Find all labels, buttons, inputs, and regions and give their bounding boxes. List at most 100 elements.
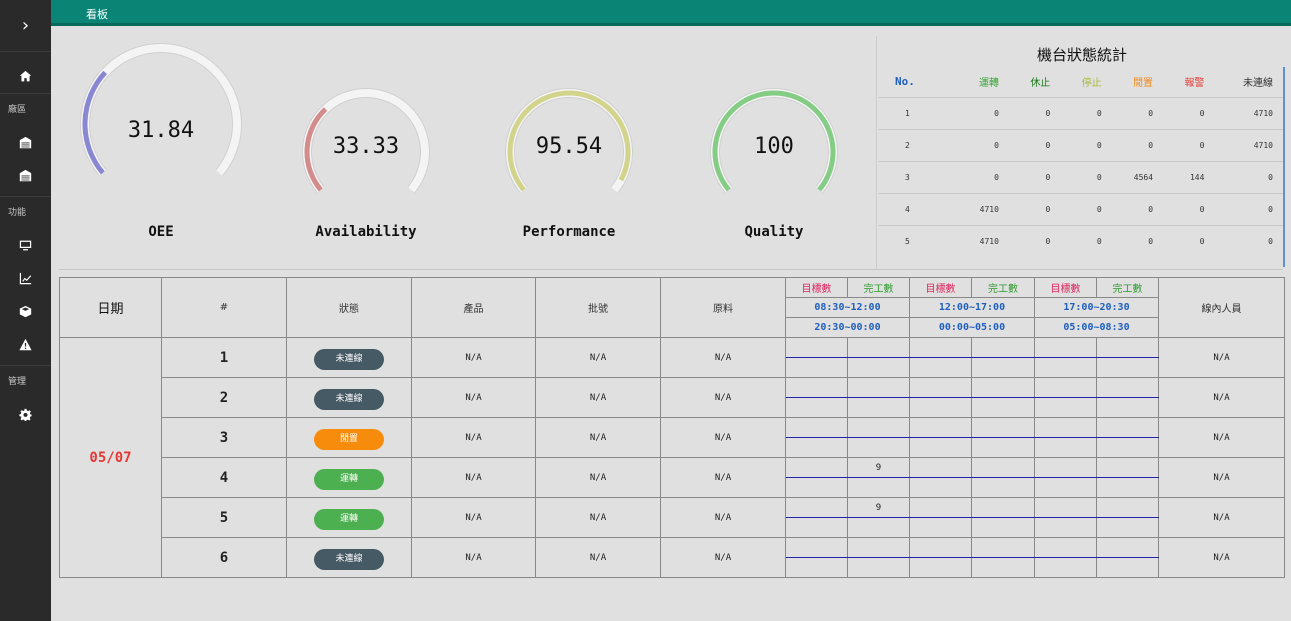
stats-cell: 0 [1008, 160, 1061, 193]
count-cell [909, 497, 972, 518]
sidebar-item-factory-1[interactable] [0, 126, 51, 159]
stats-header-cell: 未連線 [1243, 78, 1273, 90]
count-cell [971, 437, 1035, 458]
count-cell [1096, 557, 1159, 578]
sidebar-item-settings[interactable] [0, 398, 51, 431]
count-cell [1096, 397, 1159, 418]
stats-cell: 0 [1008, 192, 1061, 225]
stats-cell: 4710 [957, 224, 1009, 257]
count-cell [847, 417, 910, 438]
count-cell [847, 397, 910, 418]
sidebar-item-factory-2[interactable] [0, 159, 51, 192]
stats-cell: 144 [1163, 160, 1215, 193]
stats-cell: 5 [879, 224, 958, 257]
topbar: 看板 [51, 0, 1291, 26]
stats-cell: 0 [1111, 192, 1164, 225]
count-cell [971, 477, 1035, 498]
status-badge[interactable]: 閒置 [314, 428, 384, 450]
header-num: # [161, 277, 287, 338]
stats-cell: 0 [1163, 128, 1215, 161]
gauge-label: Availability [315, 224, 417, 240]
count-cell [847, 517, 910, 538]
gauge-label: Quality [744, 224, 804, 240]
material-cell: N/A [660, 417, 786, 458]
stats-cell: 0 [1111, 128, 1164, 161]
gauge-track-border [80, 43, 242, 177]
stats-cell: 0 [1111, 96, 1164, 129]
material-cell: N/A [660, 377, 786, 418]
material-cell: N/A [660, 537, 786, 578]
status-badge[interactable]: 運轉 [314, 508, 384, 530]
table-row: 4 運轉 N/A N/A N/A 9 N/A [60, 457, 1285, 498]
stats-cell: 0 [1008, 224, 1061, 257]
count-cell [1034, 417, 1097, 438]
batch-cell: N/A [535, 417, 661, 458]
stats-cell: 0 [1214, 224, 1283, 257]
status-badge[interactable]: 未連線 [314, 388, 384, 410]
table-row: 3 閒置 N/A N/A N/A N/A [60, 417, 1285, 458]
status-cell: 運轉 [286, 457, 412, 498]
count-cell [785, 357, 848, 378]
header-material: 原料 [660, 277, 786, 338]
header-staff: 線內人員 [1158, 277, 1285, 338]
count-cell [785, 517, 848, 538]
count-cell [909, 517, 972, 538]
stats-cell: 0 [957, 96, 1009, 129]
sidebar-item-alert[interactable] [0, 328, 51, 361]
status-cell: 閒置 [286, 417, 412, 458]
stats-cell: 4710 [957, 192, 1009, 225]
count-cell [1034, 477, 1097, 498]
stats-cell: 0 [1008, 96, 1061, 129]
stats-cell: 4564 [1111, 160, 1164, 193]
stats-cell: 0 [1163, 96, 1215, 129]
machine-stats-title: 機台狀態統計 [1036, 46, 1127, 64]
material-cell: N/A [660, 497, 786, 538]
count-cell [1096, 537, 1159, 558]
count-cell [785, 397, 848, 418]
count-cell [1096, 497, 1159, 518]
stats-cell: 0 [957, 128, 1009, 161]
count-cell [1034, 517, 1097, 538]
page-title: 看板 [86, 8, 108, 21]
status-cell: 未連線 [286, 337, 412, 378]
warehouse-icon [19, 169, 32, 182]
header-product: 產品 [411, 277, 536, 338]
sidebar: › 廠區 功能 管理 [0, 0, 51, 621]
count-cell [909, 437, 972, 458]
count-cell [1034, 337, 1097, 358]
table-row: 4 4710 0 0 0 0 0 [879, 192, 1283, 225]
count-cell [847, 557, 910, 578]
staff-cell: N/A [1158, 497, 1285, 538]
header-shift-time: 17:00~20:30 [1034, 297, 1159, 318]
sidebar-item-chart[interactable] [0, 262, 51, 295]
sidebar-toggle-button[interactable]: › [0, 0, 51, 52]
sidebar-item-monitor[interactable] [0, 229, 51, 262]
machine-status-stats: 機台狀態統計 No. 運轉 休止 停止 閒置 報警 未連線 1 0 0 0 0 0 4710 2 0 0 0 0 0… [876, 36, 1286, 269]
gauge-value: 31.84 [127, 118, 195, 143]
count-cell [785, 377, 848, 398]
header-done: 完工數 [1096, 277, 1159, 298]
status-cell: 未連線 [286, 537, 412, 578]
count-cell [847, 357, 910, 378]
gauge-label: Performance [522, 224, 616, 240]
count-cell [1034, 357, 1097, 378]
count-cell [971, 537, 1035, 558]
count-cell [1034, 457, 1097, 478]
batch-cell: N/A [535, 377, 661, 418]
sidebar-section-admin: 管理 [8, 377, 27, 387]
stats-cell: 0 [1060, 128, 1112, 161]
count-cell [1096, 457, 1159, 478]
scrollbar[interactable] [1283, 67, 1285, 267]
divider [59, 269, 1283, 270]
cube-icon [19, 305, 32, 318]
status-badge[interactable]: 未連線 [314, 348, 384, 370]
sidebar-item-home[interactable] [0, 60, 51, 93]
sidebar-item-box[interactable] [0, 295, 51, 328]
status-badge[interactable]: 運轉 [314, 468, 384, 490]
table-row: 5 4710 0 0 0 0 0 [879, 224, 1283, 257]
stats-cell: 0 [1060, 192, 1112, 225]
count-cell [971, 457, 1035, 478]
status-badge[interactable]: 未連線 [314, 548, 384, 570]
header-target: 目標數 [909, 277, 972, 298]
count-cell [1096, 417, 1159, 438]
